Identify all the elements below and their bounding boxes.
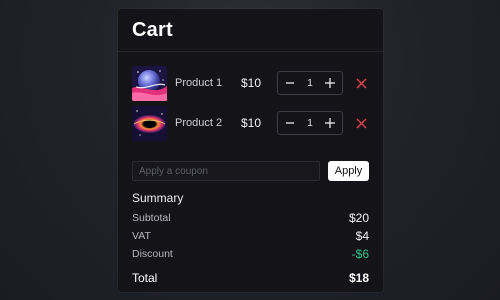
plus-icon <box>325 118 335 128</box>
decrease-quantity-button[interactable] <box>281 114 299 132</box>
apply-coupon-button[interactable]: Apply <box>328 161 369 181</box>
subtotal-row: Subtotal $20 <box>132 209 369 227</box>
order-summary: Summary Subtotal $20 VAT $4 Discount -$6 <box>132 191 369 263</box>
product-thumbnail <box>132 105 167 141</box>
plus-icon <box>325 78 335 88</box>
coupon-input[interactable] <box>132 161 320 181</box>
vat-value: $4 <box>355 229 369 243</box>
product-name: Product 1 <box>175 77 223 89</box>
cart-panel: Cart Product 1 $10 1 Product 2 $10 1 App… <box>118 9 383 292</box>
total-label: Total <box>132 271 158 285</box>
summary-title: Summary <box>132 191 184 205</box>
cart-item: Product 1 $10 1 <box>132 65 369 101</box>
product-name: Product 2 <box>175 117 223 129</box>
product-thumbnail <box>132 65 167 101</box>
vat-row: VAT $4 <box>132 227 369 245</box>
subtotal-label: Subtotal <box>132 212 171 224</box>
remove-item-button[interactable] <box>353 115 369 131</box>
increase-quantity-button[interactable] <box>321 114 339 132</box>
close-icon <box>356 78 366 88</box>
close-icon <box>356 118 366 128</box>
vat-label: VAT <box>132 230 151 242</box>
discount-row: Discount -$6 <box>132 245 369 263</box>
remove-item-button[interactable] <box>353 75 369 91</box>
quantity-stepper: 1 <box>277 71 343 95</box>
product-price: $10 <box>241 76 262 90</box>
discount-value: -$6 <box>351 247 369 261</box>
minus-icon <box>286 122 294 124</box>
cart-header: Cart <box>118 9 383 52</box>
product-price: $10 <box>241 116 262 130</box>
quantity-stepper: 1 <box>277 111 343 135</box>
discount-label: Discount <box>132 248 173 260</box>
increase-quantity-button[interactable] <box>321 74 339 92</box>
decrease-quantity-button[interactable] <box>281 74 299 92</box>
cart-item: Product 2 $10 1 <box>132 105 369 141</box>
quantity-value: 1 <box>307 117 313 129</box>
total-row: Total $18 <box>132 271 369 285</box>
total-value: $18 <box>348 271 369 285</box>
page-title: Cart <box>132 18 173 41</box>
minus-icon <box>286 82 294 84</box>
quantity-value: 1 <box>307 77 313 89</box>
subtotal-value: $20 <box>348 211 369 225</box>
coupon-row: Apply <box>132 161 369 181</box>
